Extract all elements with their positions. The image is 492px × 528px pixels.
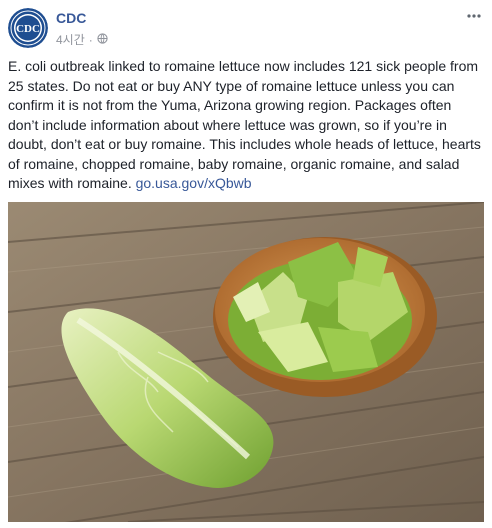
post-link[interactable]: go.usa.gov/xQbwb xyxy=(136,175,252,191)
logo-text: CDC xyxy=(16,23,40,35)
post-timestamp[interactable]: 4시간 xyxy=(56,31,85,48)
post-body: E. coli outbreak linked to romaine lettu… xyxy=(8,58,481,191)
cdc-logo-avatar[interactable]: CDC xyxy=(8,8,48,48)
separator-dot: · xyxy=(88,32,93,47)
post-photo[interactable] xyxy=(8,202,484,522)
post-text: E. coli outbreak linked to romaine lettu… xyxy=(8,57,484,194)
facebook-post: CDC CDC 4시간 · E. coli outbreak linked to… xyxy=(0,0,492,528)
globe-icon xyxy=(97,32,108,47)
post-author-name[interactable]: CDC xyxy=(56,10,86,26)
more-options-icon[interactable] xyxy=(466,6,482,24)
post-meta: 4시간 · xyxy=(56,31,108,48)
